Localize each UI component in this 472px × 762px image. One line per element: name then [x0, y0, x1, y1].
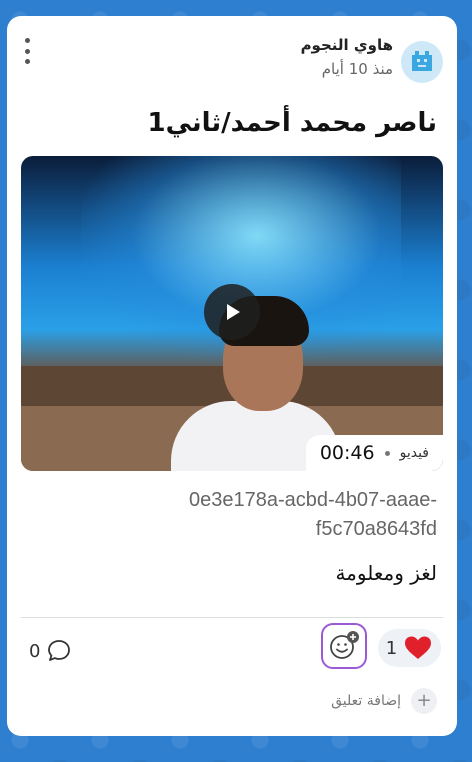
video-duration: 00:46	[319, 442, 375, 464]
post-title: ناصر محمد أحمد/ثاني1	[147, 108, 438, 138]
play-button[interactable]	[204, 284, 260, 340]
play-icon	[227, 304, 240, 320]
divider	[21, 617, 443, 618]
like-reaction-button[interactable]: 1	[378, 629, 441, 667]
add-comment-button[interactable]: + إضافة تعليق	[331, 688, 437, 714]
avatar[interactable]	[401, 41, 443, 83]
add-comment-label: إضافة تعليق	[331, 693, 401, 709]
dot-icon	[24, 38, 30, 43]
author-name[interactable]: هاوي النجوم	[301, 36, 393, 54]
comment-bubble-icon	[48, 640, 71, 661]
post-body: لغز ومعلومة	[335, 561, 437, 585]
dot-icon	[24, 59, 30, 64]
more-options-button[interactable]	[21, 38, 33, 64]
video-info-badge: فيديو 00:46	[305, 435, 443, 471]
heart-icon	[405, 636, 432, 659]
dot-icon	[24, 48, 30, 54]
post-caption-id: 0e3e178a-acbd-4b07-aaae-f5c70a8643fd	[189, 489, 437, 540]
likes-count: 1	[385, 637, 398, 659]
video-type-label: فيديو	[399, 445, 429, 461]
add-emoji-icon	[330, 631, 359, 659]
post-card: هاوي النجوم منذ 10 أيام ناصر محمد أحمد/ث…	[7, 16, 457, 736]
author-info: هاوي النجوم منذ 10 أيام	[301, 36, 393, 78]
add-reaction-button[interactable]	[321, 623, 367, 669]
post-timestamp: منذ 10 أيام	[321, 60, 393, 78]
comments-button[interactable]: 0	[29, 638, 72, 664]
separator-dot	[384, 450, 390, 456]
plus-icon: +	[411, 688, 437, 714]
avatar-icon	[412, 51, 432, 71]
video-player[interactable]: فيديو 00:46	[21, 156, 443, 471]
comments-count: 0	[29, 640, 41, 662]
